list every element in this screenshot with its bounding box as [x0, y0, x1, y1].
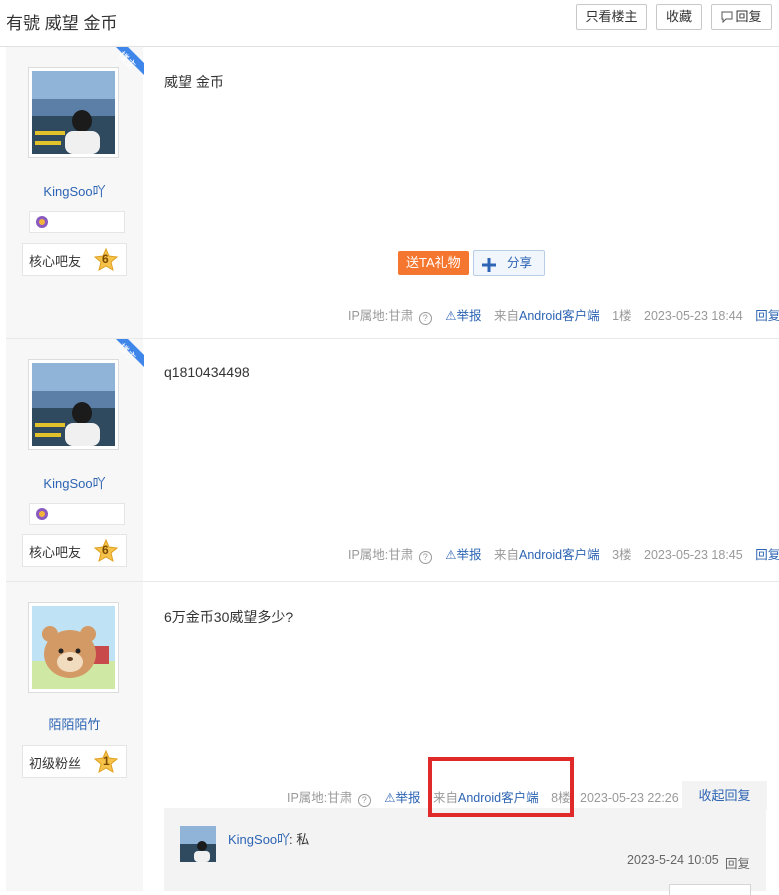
- badge-icon: [35, 215, 49, 234]
- post-meta: IP属地:甘肃 ? ⚠举报 来自Android客户端 1楼 2023-05-23…: [348, 309, 779, 325]
- post-floor-1: 楼主 KingSoo吖 核心吧友 6 威望 金币 送TA礼物 分享 IP属地:甘…: [6, 47, 779, 339]
- reply-link[interactable]: 回复: [755, 309, 779, 323]
- thread-title: 有號 威望 金币: [6, 14, 118, 33]
- username[interactable]: KingSoo吖: [6, 473, 143, 492]
- username[interactable]: 陌陌陌竹: [6, 714, 143, 733]
- reply-link[interactable]: 回复: [755, 548, 779, 562]
- help-icon: ?: [418, 312, 432, 325]
- sub-reply-input-button[interactable]: [669, 884, 751, 895]
- warning-icon: ⚠: [445, 309, 457, 323]
- collapse-replies-button[interactable]: 收起回复: [682, 781, 767, 810]
- thread-header: 有號 威望 金币 只看楼主 收藏 回复: [0, 0, 779, 47]
- sub-reply-panel: KingSoo吖 : 私 2023-5-24 10:05 回复: [164, 808, 766, 895]
- help-icon: ?: [418, 551, 432, 564]
- reply-button[interactable]: 回复: [711, 4, 772, 30]
- client-link[interactable]: Android客户端: [519, 309, 600, 323]
- sub-reply-avatar[interactable]: [180, 826, 216, 862]
- favorite-button[interactable]: 收藏: [656, 4, 702, 30]
- level-badge[interactable]: 初级粉丝 1: [22, 745, 127, 778]
- owner-ribbon: 楼主: [102, 339, 144, 381]
- report-link[interactable]: 举报: [456, 548, 481, 562]
- client-link[interactable]: Android客户端: [519, 548, 600, 562]
- sub-reply-reply-link[interactable]: 回复: [725, 853, 750, 872]
- badge-bar: [29, 211, 125, 233]
- level-star-icon: 6: [93, 247, 119, 277]
- share-button[interactable]: 分享: [473, 250, 545, 276]
- post-content: q1810434498: [164, 364, 250, 380]
- level-star-icon: 1: [93, 749, 119, 779]
- sub-reply-time: 2023-5-24 10:05: [627, 853, 719, 867]
- sub-reply-text: : 私: [289, 832, 310, 847]
- only-owner-button[interactable]: 只看楼主: [576, 4, 647, 30]
- post-meta: IP属地:甘肃 ? ⚠举报 来自Android客户端 3楼 2023-05-23…: [348, 548, 779, 564]
- owner-ribbon: 楼主: [102, 47, 144, 89]
- author-sidebar: 陌陌陌竹 初级粉丝 1: [6, 582, 143, 891]
- warning-icon: ⚠: [445, 548, 457, 562]
- username[interactable]: KingSoo吖: [6, 181, 143, 200]
- badge-icon: [35, 507, 49, 526]
- post-content: 威望 金币: [164, 74, 224, 90]
- gift-button[interactable]: 送TA礼物: [398, 251, 469, 275]
- sub-reply-username[interactable]: KingSoo吖: [228, 829, 290, 848]
- plus-icon: [482, 256, 496, 280]
- level-badge[interactable]: 核心吧友 6: [22, 243, 127, 276]
- warning-icon: ⚠: [384, 791, 396, 805]
- author-sidebar: 楼主 KingSoo吖 核心吧友 6: [6, 47, 144, 338]
- help-icon: ?: [357, 794, 371, 807]
- level-star-icon: 6: [93, 538, 119, 568]
- comment-icon: [721, 7, 733, 31]
- post-content: 6万金币30威望多少?: [164, 609, 294, 625]
- avatar[interactable]: [28, 602, 119, 693]
- badge-bar: [29, 503, 125, 525]
- post-floor-3: 楼主 KingSoo吖 核心吧友 6 q1810434498 IP属地:甘肃 ?…: [6, 339, 779, 582]
- report-link[interactable]: 举报: [456, 309, 481, 323]
- level-badge[interactable]: 核心吧友 6: [22, 534, 127, 567]
- author-sidebar: 楼主 KingSoo吖 核心吧友 6: [6, 339, 144, 581]
- highlight-box: [428, 757, 574, 817]
- report-link[interactable]: 举报: [395, 791, 420, 805]
- reply-button-label: 回复: [735, 9, 762, 24]
